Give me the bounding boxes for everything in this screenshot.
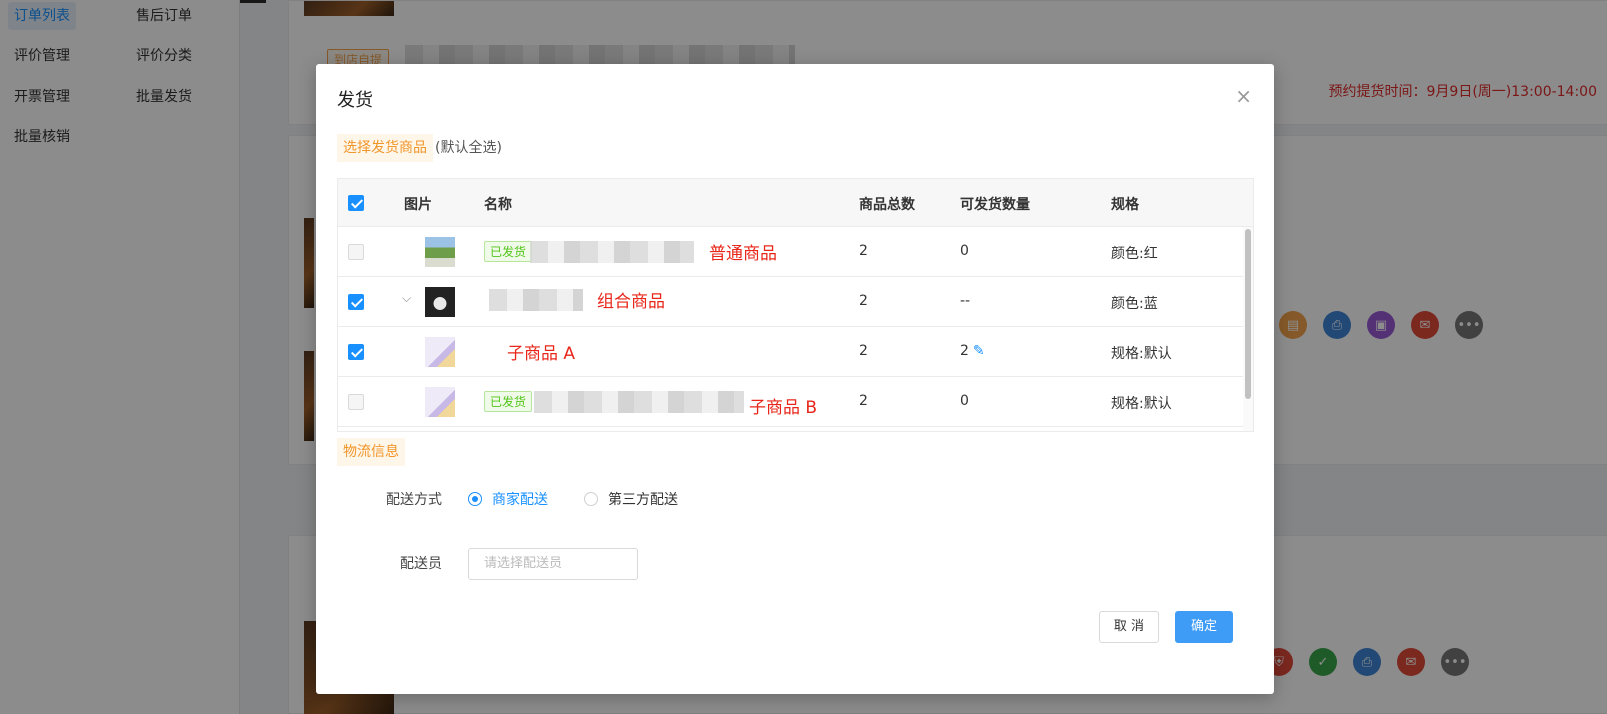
total-count: 2	[859, 293, 868, 309]
shippable-count: 0	[960, 393, 969, 409]
close-icon[interactable]: ×	[1235, 84, 1252, 108]
confirm-button[interactable]: 确定	[1175, 611, 1233, 643]
blurred-name	[530, 241, 694, 263]
shipped-tag: 已发货	[484, 391, 533, 412]
goods-section-label: 选择发货商品 (默认全选)	[337, 132, 502, 164]
select-all-checkbox[interactable]	[348, 195, 364, 211]
spec-value: 颜色:蓝	[1111, 296, 1158, 312]
spec-value: 规格:默认	[1111, 396, 1172, 412]
row-checkbox[interactable]	[348, 294, 364, 310]
goods-section-tag: 选择发货商品	[337, 134, 433, 162]
annotation-label: 子商品 B	[749, 398, 818, 418]
pencil-icon[interactable]: ✎	[973, 343, 985, 359]
col-total: 商品总数	[859, 197, 915, 213]
table-row: ⌵ 组合商品 2 -- 颜色:蓝	[338, 277, 1243, 327]
annotation-label: 子商品 A	[507, 344, 576, 364]
dialog-title: 发货	[337, 90, 373, 111]
table-row: 已发货 子商品 B 2 0 规格:默认	[338, 377, 1243, 427]
col-image: 图片	[404, 197, 432, 213]
logistics-section-tag: 物流信息	[337, 438, 405, 466]
total-count: 2	[859, 393, 868, 409]
cancel-button[interactable]: 取 消	[1099, 611, 1159, 643]
product-image	[425, 387, 455, 417]
product-image	[425, 337, 455, 367]
chevron-down-icon[interactable]: ⌵	[402, 291, 411, 306]
shippable-count: 0	[960, 243, 969, 259]
annotation-label: 组合商品	[597, 292, 665, 312]
shippable-count: --	[960, 293, 971, 309]
spec-value: 规格:默认	[1111, 346, 1172, 362]
shippable-count-cell: 2 ✎	[960, 343, 985, 359]
row-checkbox[interactable]	[348, 344, 364, 360]
table-scrollbar-thumb[interactable]	[1245, 229, 1251, 399]
total-count: 2	[859, 343, 868, 359]
shipped-tag: 已发货	[484, 241, 533, 262]
courier-select[interactable]: 请选择配送员	[468, 548, 638, 580]
logistics-section-label: 物流信息	[337, 436, 405, 468]
row-checkbox[interactable]	[348, 394, 364, 410]
spec-value: 颜色:红	[1111, 246, 1158, 262]
col-shippable: 可发货数量	[960, 197, 1030, 213]
table-row: 子商品 A 2 2 ✎ 规格:默认	[338, 327, 1243, 377]
col-spec: 规格	[1111, 197, 1139, 213]
table-row: 已发货 普通商品 2 0 颜色:红	[338, 227, 1243, 277]
radio-third-party-delivery[interactable]	[584, 492, 598, 506]
radio-merchant-delivery[interactable]	[468, 492, 482, 506]
product-image	[425, 237, 455, 267]
courier-label: 配送员	[400, 556, 442, 572]
blurred-name	[534, 391, 744, 413]
goods-section-hint: (默认全选)	[435, 140, 502, 156]
col-name: 名称	[484, 197, 512, 213]
row-checkbox[interactable]	[348, 244, 364, 260]
table-header: 图片 名称 商品总数 可发货数量 规格	[338, 179, 1253, 227]
delivery-method-label: 配送方式	[386, 492, 442, 508]
ship-dialog: 发货 × 选择发货商品 (默认全选) 图片 名称 商品总数 可发货数量 规格 已发…	[316, 64, 1274, 694]
shippable-count: 2	[960, 343, 969, 359]
product-image	[425, 287, 455, 317]
radio-merchant-delivery-label[interactable]: 商家配送	[492, 489, 548, 509]
blurred-name	[489, 289, 583, 311]
radio-third-party-delivery-label[interactable]: 第三方配送	[608, 489, 678, 509]
goods-table: 图片 名称 商品总数 可发货数量 规格 已发货 普通商品 2 0 颜色:红 ⌵ …	[337, 178, 1254, 432]
annotation-label: 普通商品	[709, 244, 777, 264]
total-count: 2	[859, 243, 868, 259]
